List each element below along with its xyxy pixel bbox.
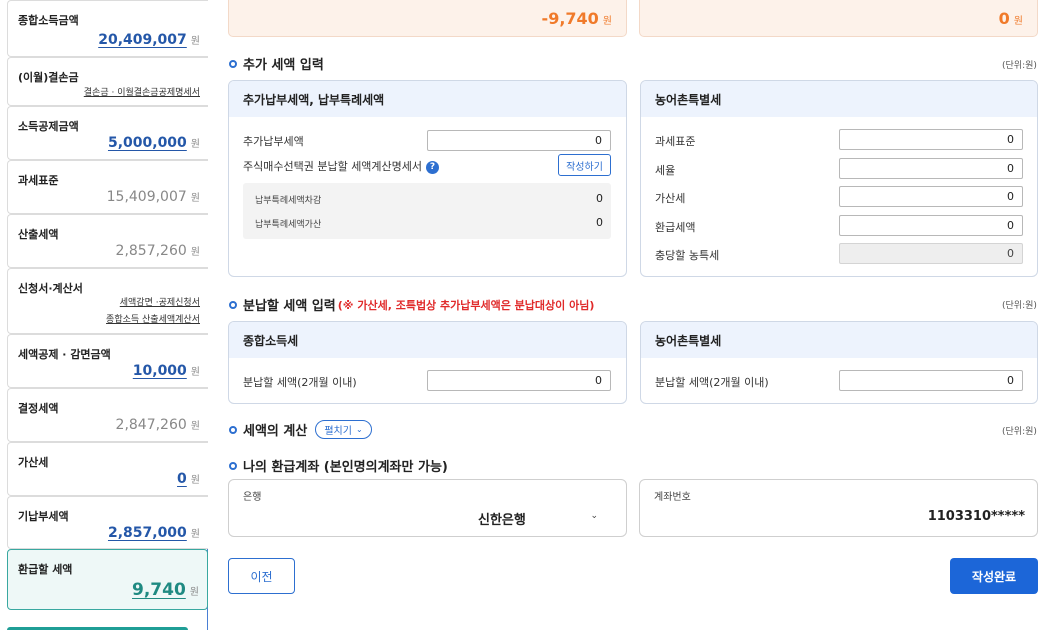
installment-rural-tax-input[interactable]: 0 <box>839 370 1023 391</box>
sidebar-item-label: 소득공제금액 <box>18 120 79 133</box>
summary-sidebar: 종합소득금액 20,409,007 원 (이월)결손금 결손금 · 이월결손금공제… <box>0 0 208 630</box>
sidebar-item-loss: (이월)결손금 결손금 · 이월결손금공제명세서 <box>7 57 208 106</box>
sidebar-item-label: 산출세액 <box>18 228 59 241</box>
account-value: 1103310***** <box>927 509 1025 524</box>
sidebar-item-label: 신청서·계산서 <box>18 282 83 295</box>
sidebar-item-value: 2,857,260 원 <box>115 243 200 259</box>
section-title-tax-calculation: 세액의 계산 펼치기 ⌄ <box>229 420 372 439</box>
panel-title: 농어촌특별세 <box>641 81 1037 117</box>
bank-value: 신한은행 <box>478 513 526 528</box>
sidebar-item-value: 2,847,260 원 <box>115 417 200 433</box>
sidebar-item-value[interactable]: 10,000 원 <box>133 363 200 379</box>
sidebar-item-determined-tax: 결정세액 2,847,260 원 <box>7 388 208 442</box>
tax-calculation-statement-link[interactable]: 종합소득 산출세액계산서 <box>106 312 200 325</box>
sidebar-item-label: 환급할 세액 <box>18 563 73 576</box>
refund-amount: 9,740 원 <box>132 580 199 600</box>
sidebar-item-penalty-tax[interactable]: 가산세 0원 <box>7 442 208 496</box>
sidebar-item-prepaid-tax[interactable]: 기납부세액 2,857,000 원 <box>7 496 208 549</box>
page: 종합소득금액 20,409,007 원 (이월)결손금 결손금 · 이월결손금공제… <box>0 0 1040 630</box>
chevron-down-icon: ⌄ <box>590 511 598 521</box>
installment-income-tax-input[interactable]: 0 <box>427 370 611 391</box>
top-right-value: 0원 <box>998 9 1023 28</box>
additional-payment-label: 추가납부세액 <box>243 135 304 148</box>
installment-warning-note: (※ 가산세, 조특법상 추가납부세액은 분납대상이 아님) <box>337 298 595 312</box>
offset-rural-tax-input: 0 <box>839 243 1023 264</box>
sidebar-item-applications: 신청서·계산서 세액감면 ·공제신청서 종합소득 산출세액계산서 <box>7 268 208 334</box>
sidebar-item-value[interactable]: 5,000,000 원 <box>108 135 200 151</box>
tax-base-label: 과세표준 <box>655 135 696 148</box>
top-summary-box-left: -9,740 원 <box>228 0 627 37</box>
installment-amount-label: 분납할 세액(2개월 이내) <box>243 376 357 389</box>
sidebar-item-label: 가산세 <box>18 456 49 469</box>
panel-title: 추가납부세액, 납부특례세액 <box>229 81 626 117</box>
special-deduction-value: 0 <box>596 192 603 205</box>
special-addition-value: 0 <box>596 216 603 229</box>
bullet-icon <box>229 425 237 434</box>
exemption-application-link[interactable]: 세액감면 ·공제신청서 <box>120 295 200 308</box>
sidebar-item-value[interactable]: 20,409,007 원 <box>98 32 200 48</box>
panel-installment-rural-tax: 농어촌특별세 분납할 세액(2개월 이내) 0 <box>640 321 1038 404</box>
sidebar-item-total-income[interactable]: 종합소득금액 20,409,007 원 <box>7 0 208 57</box>
sidebar-item-tax-base: 과세표준 15,409,007 원 <box>7 160 208 214</box>
unit-note: (단위:원) <box>1002 61 1037 71</box>
expand-button[interactable]: 펼치기 ⌄ <box>315 420 372 439</box>
sidebar-item-income-deduction[interactable]: 소득공제금액 5,000,000 원 <box>7 106 208 160</box>
account-label: 계좌번호 <box>654 492 691 503</box>
sidebar-item-tax-credit[interactable]: 세액공제 · 감면금액 10,000 원 <box>7 334 208 388</box>
sidebar-item-label: (이월)결손금 <box>18 71 79 84</box>
tax-rate-label: 세율 <box>655 164 676 177</box>
help-icon[interactable]: ? <box>426 160 440 174</box>
tax-base-input[interactable]: 0 <box>839 129 1023 150</box>
special-addition-label: 납부특례세액가산 <box>255 220 322 230</box>
section-title-installment: 분납할 세액 입력 (※ 가산세, 조특법상 추가납부세액은 분납대상이 아님) <box>229 295 594 314</box>
section-title-extra-tax: 추가 세액 입력 <box>229 54 324 73</box>
chevron-down-icon: ⌄ <box>355 425 363 434</box>
unit-note: (단위:원) <box>1002 301 1037 311</box>
special-deduction-label: 납부특례세액차감 <box>255 196 322 206</box>
bullet-icon <box>229 59 237 68</box>
panel-title: 종합소득세 <box>229 322 626 358</box>
sidebar-item-calculated-tax: 산출세액 2,857,260 원 <box>7 214 208 268</box>
installment-amount-label: 분납할 세액(2개월 이내) <box>655 376 769 389</box>
tax-rate-input[interactable]: 0 <box>839 158 1023 179</box>
top-left-value: -9,740 원 <box>541 9 612 28</box>
panel-additional-payment: 추가납부세액, 납부특례세액 추가납부세액 0 주식매수선택권 분납할 세액계산… <box>228 80 627 277</box>
special-tax-box: 납부특례세액차감 0 납부특례세액가산 0 <box>243 183 611 239</box>
sidebar-item-value[interactable]: 2,857,000 원 <box>108 525 200 541</box>
bullet-icon <box>229 300 237 309</box>
sidebar-item-label: 과세표준 <box>18 174 59 187</box>
penalty-label: 가산세 <box>655 192 686 205</box>
sidebar-item-label: 종합소득금액 <box>18 14 79 27</box>
panel-installment-income-tax: 종합소득세 분납할 세액(2개월 이내) 0 <box>228 321 627 404</box>
write-button[interactable]: 작성하기 <box>558 154 611 176</box>
sidebar-item-label: 세액공제 · 감면금액 <box>18 348 111 361</box>
panel-rural-special-tax: 농어촌특별세 과세표준 0 세율 0 가산세 0 환급세액 0 충당할 농특세 … <box>640 80 1038 277</box>
additional-payment-input[interactable]: 0 <box>427 130 611 151</box>
complete-button[interactable]: 작성완료 <box>950 558 1038 594</box>
prev-button[interactable]: 이전 <box>228 558 295 594</box>
bank-label: 은행 <box>243 492 262 503</box>
section-title-refund-account: 나의 환급계좌 (본인명의계좌만 가능) <box>229 456 448 475</box>
refund-tax-label: 환급세액 <box>655 221 696 234</box>
loss-statement-link[interactable]: 결손금 · 이월결손금공제명세서 <box>84 85 200 98</box>
sidebar-item-value[interactable]: 0원 <box>177 471 200 487</box>
offset-rural-tax-label: 충당할 농특세 <box>655 249 720 262</box>
sidebar-item-label: 기납부세액 <box>18 510 69 523</box>
refund-tax-input[interactable]: 0 <box>839 215 1023 236</box>
bank-select[interactable]: 은행 신한은행 ⌄ <box>228 479 627 537</box>
stock-option-label: 주식매수선택권 분납할 세액계산명세서? <box>243 158 440 174</box>
penalty-input[interactable]: 0 <box>839 186 1023 207</box>
account-number-field[interactable]: 계좌번호 1103310***** <box>639 479 1038 537</box>
sidebar-item-refund-tax: 환급할 세액 9,740 원 <box>7 549 208 610</box>
sidebar-item-value: 15,409,007 원 <box>106 189 200 205</box>
panel-title: 농어촌특별세 <box>641 322 1037 358</box>
sidebar-item-label: 결정세액 <box>18 402 59 415</box>
top-summary-box-right: 0원 <box>639 0 1038 37</box>
bullet-icon <box>229 461 237 470</box>
unit-note: (단위:원) <box>1002 427 1037 437</box>
